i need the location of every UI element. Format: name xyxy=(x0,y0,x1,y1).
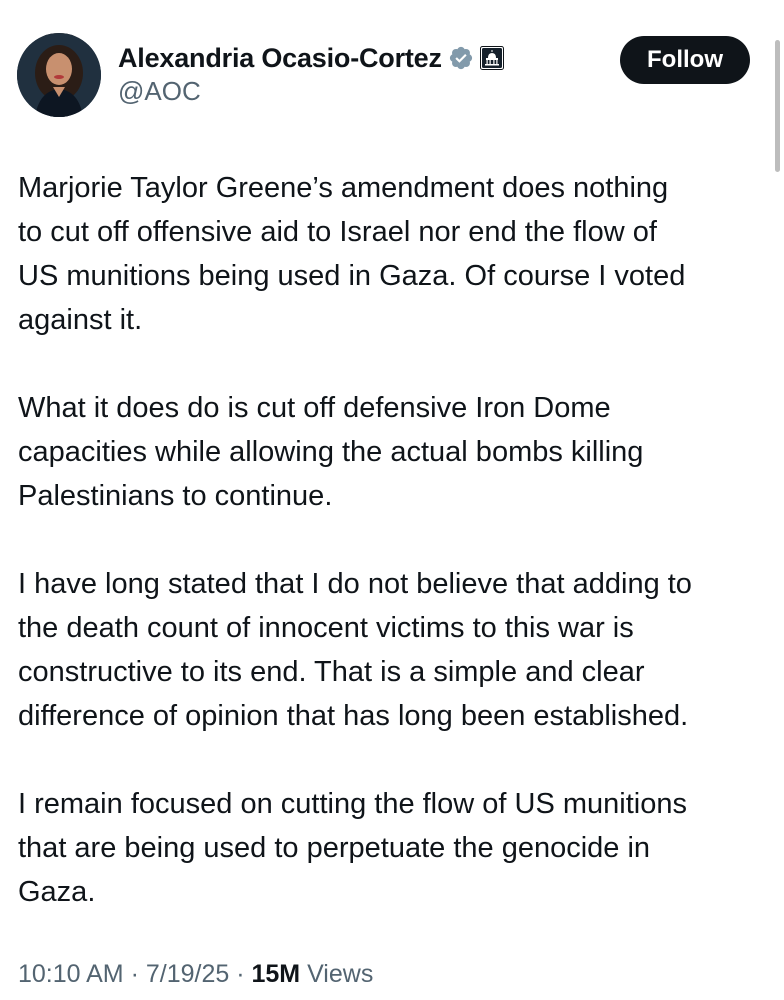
tweet-line: that are being used to perpetuate the ge… xyxy=(18,832,651,864)
tweet-line: What it does do is cut off defensive Iro… xyxy=(18,392,611,424)
author-name-row: Alexandria Ocasio-Cortez xyxy=(118,40,504,76)
tweet-header: Alexandria Ocasio-Cortez @AOC Follow xyxy=(0,0,784,140)
tweet-line: Marjorie Taylor Greene’s amendment does … xyxy=(18,172,669,204)
views-count[interactable]: 15M xyxy=(252,960,301,988)
tweet-line: constructive to its end. That is a simpl… xyxy=(18,656,645,688)
tweet-line: difference of opinion that has long been… xyxy=(18,700,689,732)
tweet-meta: 10:10 AM · 7/19/25 · 15M Views xyxy=(18,960,373,989)
tweet-time[interactable]: 10:10 AM xyxy=(18,960,124,988)
tweet-line: to cut off offensive aid to Israel nor e… xyxy=(18,216,657,248)
tweet-paragraph: I remain focused on cutting the flow of … xyxy=(18,782,774,914)
author-handle[interactable]: @AOC xyxy=(118,76,201,107)
capitol-dome-icon[interactable] xyxy=(479,46,504,70)
meta-separator: · xyxy=(229,960,252,988)
tweet-line: Palestinians to continue. xyxy=(18,480,333,512)
scrollbar[interactable] xyxy=(775,40,780,172)
avatar-portrait-icon xyxy=(17,33,101,117)
avatar[interactable] xyxy=(17,33,101,117)
verified-badge-icon[interactable] xyxy=(448,45,474,71)
tweet-line: the death count of innocent victims to t… xyxy=(18,612,634,644)
tweet-line: against it. xyxy=(18,304,143,336)
views-label[interactable]: Views xyxy=(300,960,373,988)
author-display-name[interactable]: Alexandria Ocasio-Cortez xyxy=(118,43,442,74)
tweet-text: Marjorie Taylor Greene’s amendment does … xyxy=(18,166,774,914)
tweet-line: capacities while allowing the actual bom… xyxy=(18,436,644,468)
tweet-paragraph: Marjorie Taylor Greene’s amendment does … xyxy=(18,166,774,342)
tweet-line: I have long stated that I do not believe… xyxy=(18,568,692,600)
tweet-paragraph: I have long stated that I do not believe… xyxy=(18,562,774,738)
follow-button[interactable]: Follow xyxy=(620,36,750,84)
tweet-paragraph: What it does do is cut off defensive Iro… xyxy=(18,386,774,518)
tweet-line: I remain focused on cutting the flow of … xyxy=(18,788,687,820)
tweet-date[interactable]: 7/19/25 xyxy=(146,960,229,988)
tweet-line: US munitions being used in Gaza. Of cour… xyxy=(18,260,686,292)
meta-separator: · xyxy=(123,960,146,988)
tweet-line: Gaza. xyxy=(18,876,96,908)
